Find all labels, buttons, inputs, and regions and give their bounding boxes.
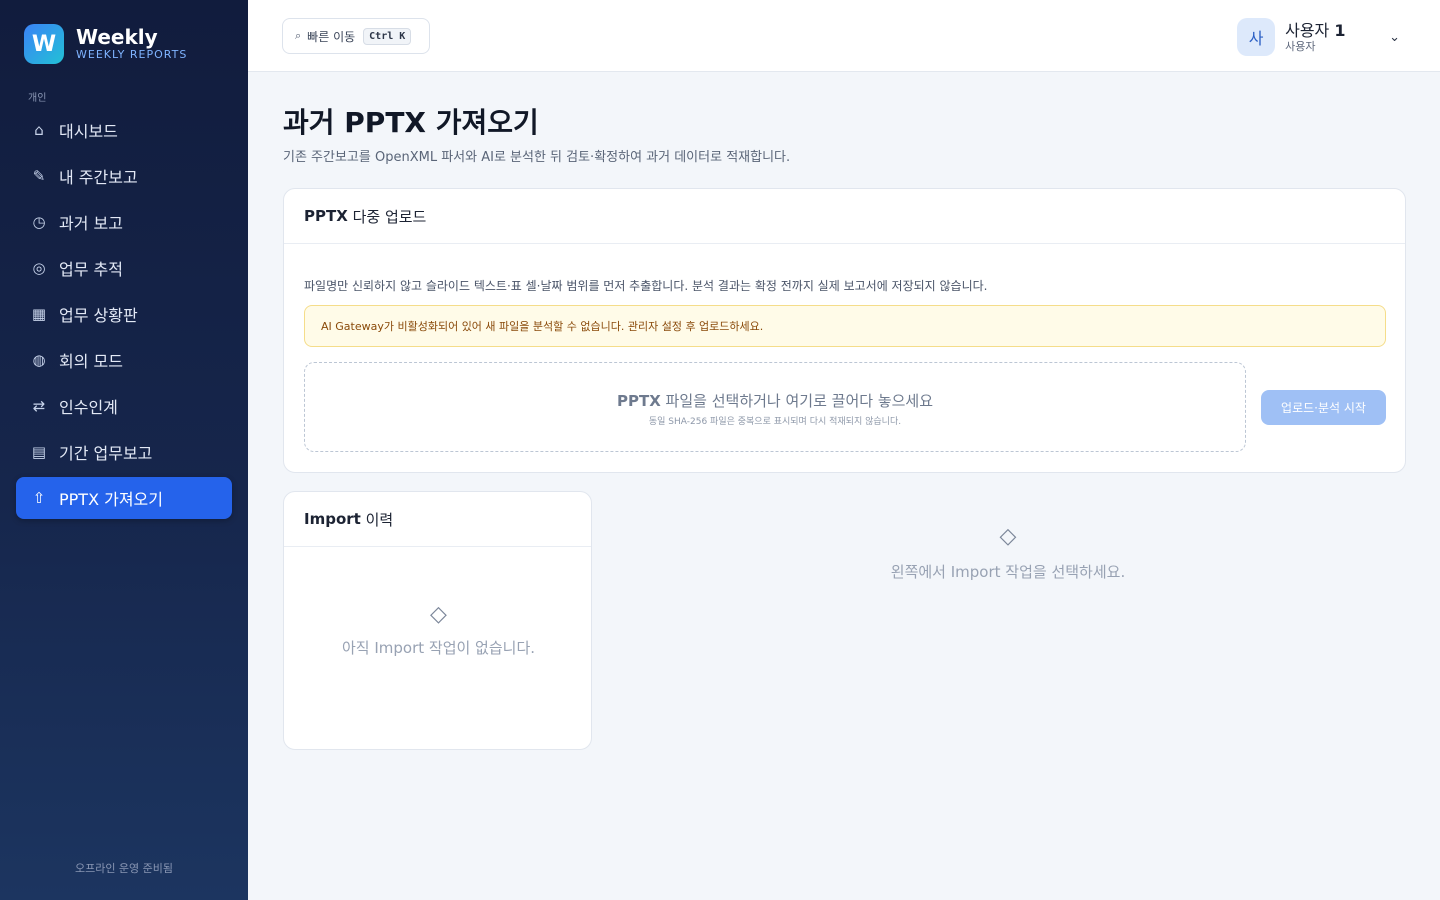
import-history-title-bold: Import (304, 510, 361, 528)
sidebar-item-label: 업무 상황판 (59, 306, 138, 325)
globe-icon: ◍ (32, 351, 46, 369)
dropzone-title-bold: PPTX (616, 392, 661, 410)
sidebar-item-handover[interactable]: ⇄ 인수인계 (16, 385, 232, 427)
sidebar-nav: ⌂ 대시보드 ✎ 내 주간보고 ◷ 과거 보고 ◎ 업무 추적 ▦ 업무 상황판… (16, 109, 232, 523)
brand-subtitle: WEEKLY REPORTS (76, 48, 188, 61)
sidebar-item-label: 기간 업무보고 (59, 444, 153, 463)
brand-text: Weekly WEEKLY REPORTS (76, 26, 187, 62)
sidebar-item-my-weekly[interactable]: ✎ 내 주간보고 (16, 155, 232, 197)
search-icon: ⌕ (295, 29, 302, 42)
home-icon: ⌂ (34, 121, 44, 139)
topbar: ⌕ 빠른 이동 Ctrl K 사 사용자 1 사용자 ⌄ (248, 0, 1440, 72)
dropzone-title: PPTX 파일을 선택하거나 여기로 끌어다 놓으세요 (305, 390, 1245, 411)
page-title-suffix: 가져오기 (435, 106, 539, 139)
main-content: 과거 PPTX 가져오기 기존 주간보고를 OpenXML 파서와 AI로 분석… (283, 72, 1406, 750)
upload-description: 파일명만 신뢰하지 않고 슬라이드 텍스트·표 셀·날짜 범위를 먼저 추출합니… (304, 279, 988, 293)
brand-logo-icon: W (24, 24, 64, 64)
sidebar-item-pptx-import[interactable]: ⇧ PPTX 가져오기 (16, 477, 232, 519)
clock-icon: ◷ (32, 213, 46, 231)
user-name-number: 1 (1334, 20, 1346, 40)
sidebar-item-task-tracking[interactable]: ◎ 업무 추적 (16, 247, 232, 289)
import-history-header: Import 이력 (284, 492, 591, 547)
user-name-text: 사용자 (1285, 20, 1330, 40)
import-history-card: Import 이력 ◇ 아직 Import 작업이 없습니다. (283, 491, 592, 750)
sidebar-item-label: 회의 모드 (59, 352, 123, 371)
sidebar: W Weekly WEEKLY REPORTS 개인 ⌂ 대시보드 ✎ 내 주간… (0, 0, 248, 900)
swap-icon: ⇄ (32, 397, 46, 415)
upload-card-title: 다중 업로드 (352, 207, 427, 226)
upload-card-header: PPTX 다중 업로드 (284, 189, 1405, 244)
page-title: 과거 PPTX 가져오기 (283, 106, 1406, 140)
shortcut-badge: Ctrl K (363, 27, 412, 45)
sidebar-item-label: 대시보드 (59, 122, 118, 141)
start-upload-button[interactable]: 업로드·분석 시작 (1261, 390, 1386, 425)
page-title-prefix: 과거 (283, 106, 335, 139)
sidebar-item-label: 과거 보고 (59, 214, 123, 233)
upload-card-title-bold: PPTX (304, 207, 348, 225)
user-menu[interactable]: 사 사용자 1 사용자 ⌄ (1237, 18, 1400, 56)
page-title-bold: PPTX (344, 106, 427, 139)
sidebar-item-label: 업무 추적 (59, 260, 123, 279)
import-history-title: 이력 (365, 510, 394, 529)
sidebar-item-task-board[interactable]: ▦ 업무 상황판 (16, 293, 232, 335)
import-empty-message: 아직 Import 작업이 없습니다. (341, 639, 536, 657)
dropzone-title-text: 파일을 선택하거나 여기로 끌어다 놓으세요 (665, 392, 934, 410)
user-info: 사용자 1 사용자 (1285, 20, 1385, 53)
sidebar-item-past-reports[interactable]: ◷ 과거 보고 (16, 201, 232, 243)
target-icon: ◎ (32, 259, 46, 277)
offline-status: 오프라인 운영 준비됨 (74, 862, 174, 875)
upload-card: PPTX 다중 업로드 파일명만 신뢰하지 않고 슬라이드 텍스트·표 셀·날짜… (283, 188, 1406, 473)
sidebar-item-label: 내 주간보고 (59, 168, 138, 187)
quick-jump-button[interactable]: ⌕ 빠른 이동 Ctrl K (282, 18, 430, 54)
sidebar-item-meeting-mode[interactable]: ◍ 회의 모드 (16, 339, 232, 381)
user-name: 사용자 1 (1285, 20, 1385, 40)
file-dropzone[interactable]: PPTX 파일을 선택하거나 여기로 끌어다 놓으세요 동일 SHA-256 파… (304, 362, 1246, 452)
avatar: 사 (1237, 18, 1276, 56)
document-icon: ▤ (31, 443, 47, 461)
import-empty-state: ◇ 아직 Import 작업이 없습니다. (324, 602, 553, 658)
user-role: 사용자 (1285, 39, 1316, 53)
brand[interactable]: W Weekly WEEKLY REPORTS (24, 24, 187, 64)
grid-icon: ▦ (31, 305, 47, 323)
chevron-down-icon[interactable]: ⌄ (1389, 30, 1400, 45)
sidebar-item-label: 인수인계 (59, 398, 118, 417)
import-detail-empty-state: ◇ 왼쪽에서 Import 작업을 선택하세요. (803, 524, 1213, 582)
detail-empty-message: 왼쪽에서 Import 작업을 선택하세요. (890, 563, 1126, 581)
sidebar-item-period-report[interactable]: ▤ 기간 업무보고 (16, 431, 232, 473)
upload-icon: ⇧ (32, 489, 46, 507)
diamond-icon: ◇ (999, 524, 1017, 549)
sidebar-item-label: PPTX 가져오기 (59, 490, 163, 509)
pencil-icon: ✎ (32, 167, 46, 185)
brand-name: Weekly (76, 25, 158, 49)
quick-jump-label: 빠른 이동 (307, 29, 356, 44)
ai-gateway-warning: AI Gateway가 비활성화되어 있어 새 파일을 분석할 수 없습니다. … (304, 305, 1386, 347)
nav-section-label: 개인 (28, 93, 47, 104)
diamond-icon: ◇ (430, 602, 447, 627)
dropzone-note: 동일 SHA-256 파일은 중복으로 표시되며 다시 적재되지 않습니다. (648, 417, 902, 427)
page-subtitle: 기존 주간보고를 OpenXML 파서와 AI로 분석한 뒤 검토·확정하여 과… (283, 150, 791, 165)
sidebar-item-dashboard[interactable]: ⌂ 대시보드 (16, 109, 232, 151)
